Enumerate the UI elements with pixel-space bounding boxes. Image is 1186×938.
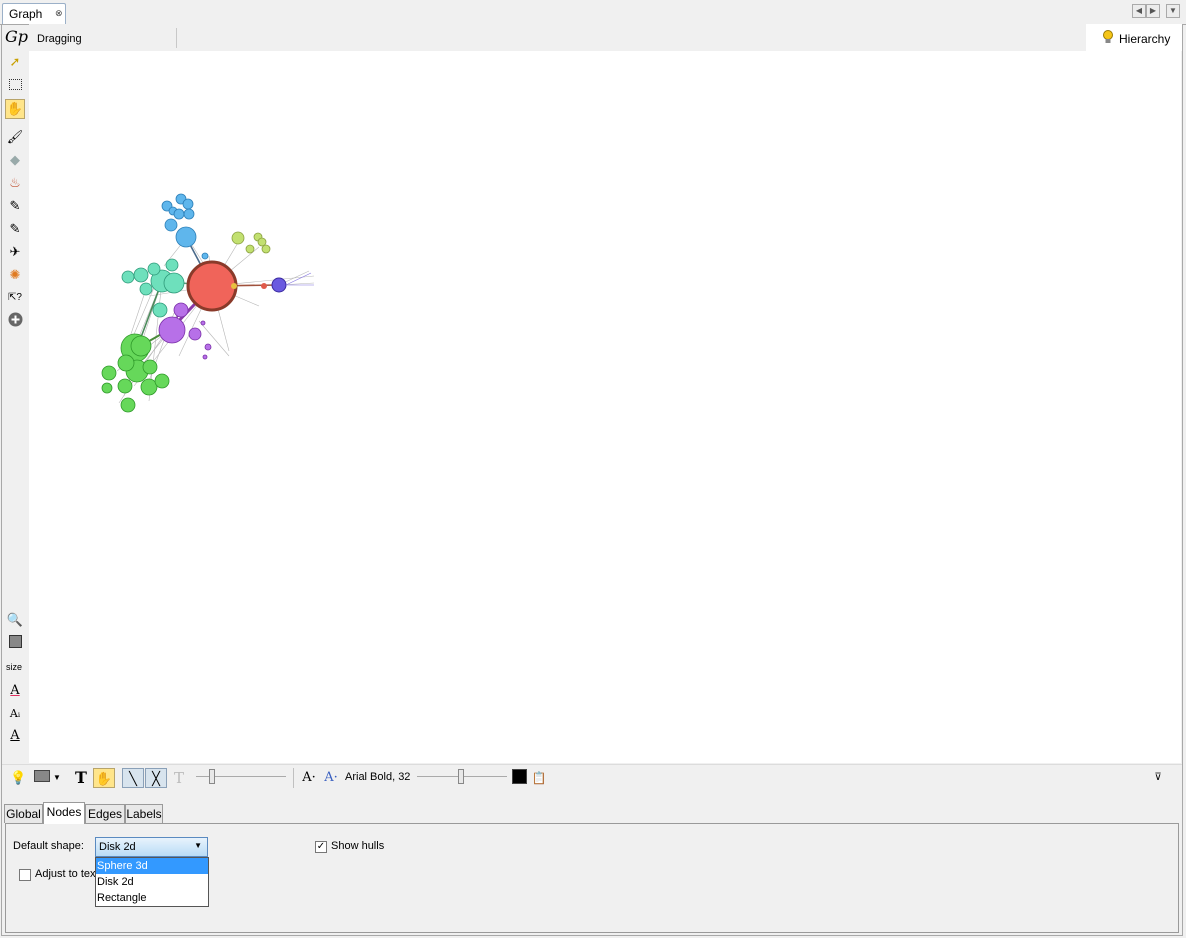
diamond-icon[interactable]: ◆ [6, 151, 24, 169]
shape-option-rectangle[interactable]: Rectangle [96, 890, 208, 906]
tab-global[interactable]: Global [4, 804, 43, 823]
network-graph[interactable] [29, 51, 1181, 763]
show-hulls-checkbox[interactable]: ✓ [315, 841, 327, 853]
plus-circle-icon[interactable] [6, 312, 24, 330]
adjust-to-text-checkbox[interactable] [19, 869, 31, 881]
adjust-to-text-label: Adjust to tex [35, 868, 96, 880]
lightbulb-toggle-icon[interactable]: 💡 [10, 768, 26, 788]
edge-mixed-icon[interactable]: ╳ [145, 768, 167, 788]
pencil-icon[interactable]: ✎ [6, 197, 24, 215]
hierarchy-label[interactable]: Hierarchy [1119, 32, 1170, 46]
square-color-icon[interactable] [6, 635, 24, 653]
gephi-logo: Gp [5, 27, 29, 46]
rect-select-icon[interactable] [6, 77, 24, 95]
screenshot-icon[interactable] [33, 768, 51, 788]
status-mode-text: Dragging [37, 33, 82, 45]
font-name-label[interactable]: Arial Bold, 32 [345, 771, 410, 783]
green-cluster [101, 333, 170, 413]
label-settings-icon[interactable]: 📋 [530, 768, 548, 788]
font-increase-icon[interactable]: A· [322, 768, 340, 788]
show-labels-icon[interactable]: T [71, 768, 91, 788]
brush-icon[interactable]: 🖌 [6, 128, 24, 146]
graph-tab[interactable]: Graph ⊗ [2, 3, 66, 24]
font-label-icon[interactable]: A [6, 727, 24, 745]
edge-label-icon[interactable]: T [170, 768, 188, 788]
help-pointer-icon[interactable]: ⇱? [6, 289, 24, 307]
drag-hand-icon[interactable]: ✋ [5, 99, 25, 119]
collapse-panel-icon[interactable]: ⊽ [1150, 768, 1166, 788]
close-tab-icon[interactable]: ⊗ [55, 8, 63, 19]
label-color-swatch[interactable] [512, 769, 527, 784]
shape-option-sphere-3d[interactable]: Sphere 3d [96, 858, 208, 874]
plane-icon[interactable]: ✈ [6, 243, 24, 261]
graph-canvas[interactable] [29, 51, 1181, 763]
screenshot-menu-arrow-icon[interactable]: ▼ [52, 768, 62, 788]
default-shape-value: Disk 2d [99, 841, 136, 853]
shape-dropdown-list: Sphere 3d Disk 2d Rectangle [95, 857, 209, 907]
graph-tab-label: Graph [9, 7, 43, 21]
toolbar-separator [293, 768, 294, 788]
status-separator [176, 28, 177, 48]
font-size-icon[interactable]: Aᵢ [6, 705, 24, 723]
chevron-down-icon: ▼ [194, 841, 202, 850]
font-decrease-icon[interactable]: A· [300, 768, 318, 788]
tab-edges[interactable]: Edges [85, 804, 125, 823]
pointer-icon[interactable]: ➚ [6, 53, 24, 71]
default-shape-select[interactable]: Disk 2d ▼ [95, 837, 208, 857]
font-color-icon[interactable]: A [6, 682, 24, 700]
lightbulb-icon [1102, 30, 1114, 47]
edge-color-icon[interactable]: ╲ [122, 768, 144, 788]
shape-option-disk-2d[interactable]: Disk 2d [96, 874, 208, 890]
status-bar [29, 24, 1086, 51]
indigo-node [271, 272, 314, 293]
edge-weight-slider-thumb[interactable] [209, 769, 215, 784]
tab-menu-icon[interactable]: ▼ [1166, 4, 1180, 18]
window-tab-strip [0, 0, 1186, 25]
font-size-slider-thumb[interactable] [458, 769, 464, 784]
lime-cluster [231, 231, 271, 254]
blue-cluster [161, 193, 209, 260]
show-hulls-label: Show hulls [331, 840, 385, 852]
edge-pencil-icon[interactable]: ✎ [6, 220, 24, 238]
default-shape-label: Default shape: [13, 840, 84, 852]
zoom-icon[interactable]: 🔍 [6, 611, 24, 629]
size-label[interactable]: size [6, 662, 22, 672]
scroll-right-icon[interactable]: ▶ [1146, 4, 1160, 18]
painter-icon[interactable]: ♨ [6, 174, 24, 192]
scroll-left-icon[interactable]: ◀ [1132, 4, 1146, 18]
sun-icon[interactable]: ✺ [6, 266, 24, 284]
tab-nodes[interactable]: Nodes [43, 802, 85, 824]
tab-labels[interactable]: Labels [125, 804, 163, 823]
hide-labels-icon[interactable]: ✋ [93, 768, 115, 788]
